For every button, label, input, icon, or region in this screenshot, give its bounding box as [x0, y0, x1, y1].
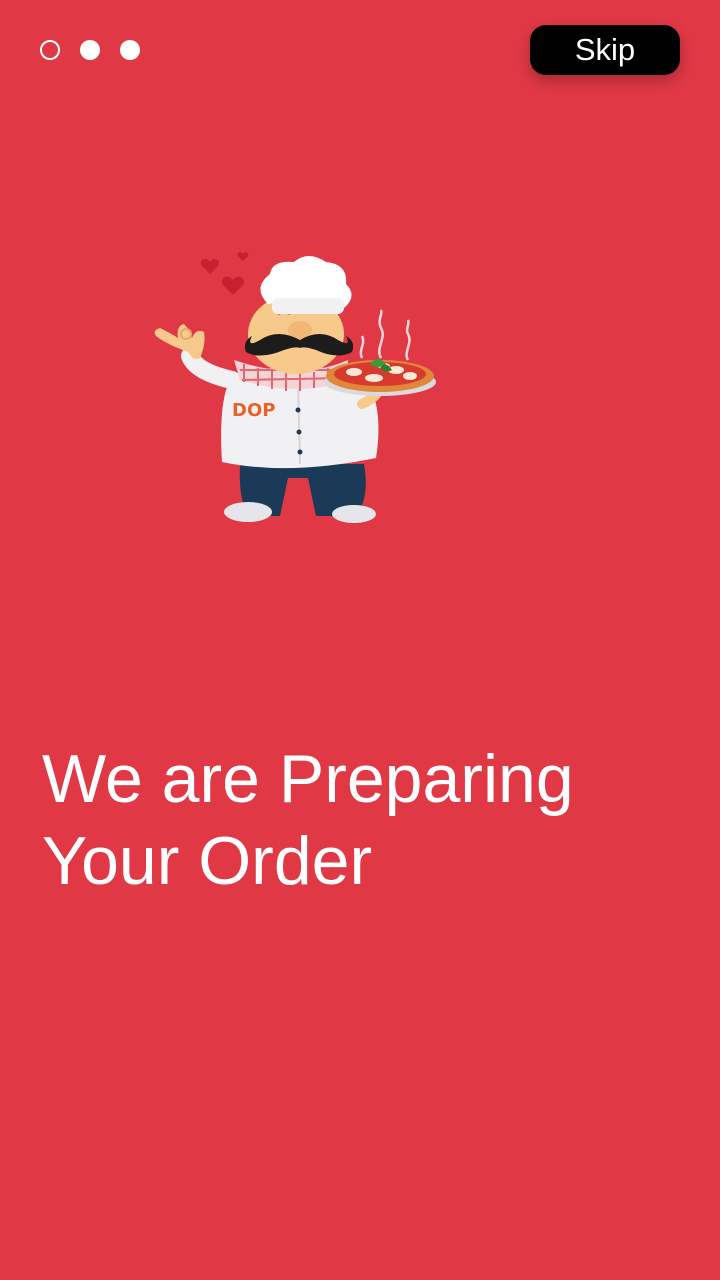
skip-button[interactable]: Skip: [530, 25, 680, 75]
headline-line-1: We are Preparing: [42, 741, 574, 817]
headline-line-2: Your Order: [42, 823, 373, 899]
chef-with-pizza-illustration: DOP: [154, 252, 436, 523]
page-dot-1-current[interactable]: [40, 40, 60, 60]
page-dot-2[interactable]: [80, 40, 100, 60]
hearts-icon: [200, 252, 249, 295]
headline: We are Preparing Your Order: [42, 738, 682, 902]
badge-text: DOP: [232, 400, 275, 421]
page-indicator: [40, 40, 140, 60]
page-dot-3[interactable]: [120, 40, 140, 60]
